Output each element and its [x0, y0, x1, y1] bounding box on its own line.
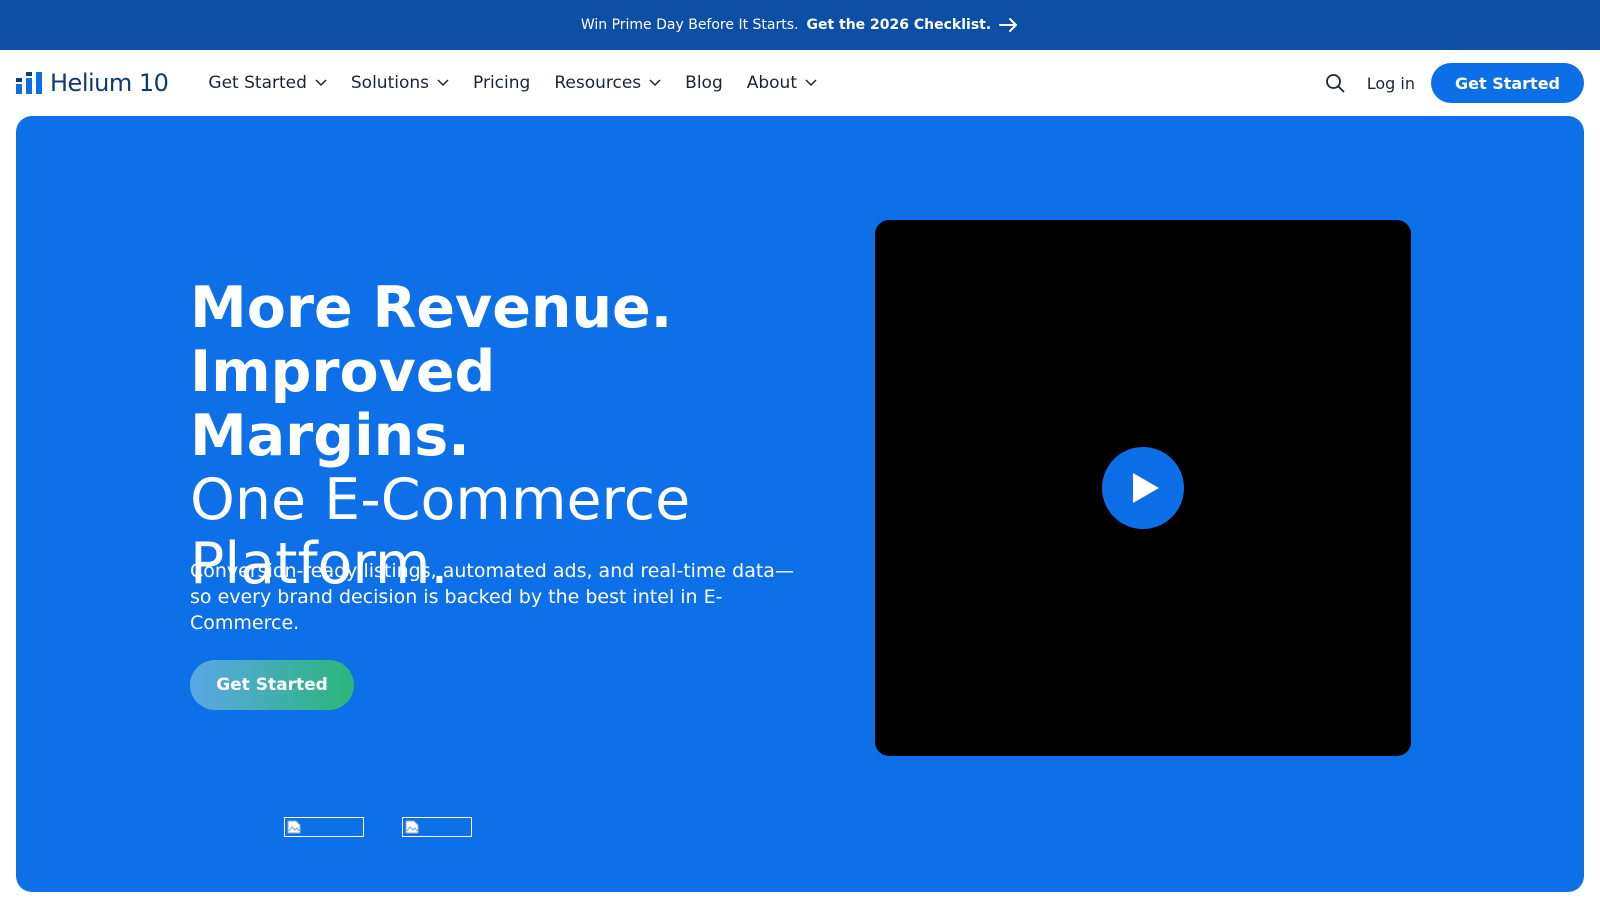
nav-item-label: Blog: [685, 73, 723, 93]
nav-item-pricing[interactable]: Pricing: [473, 73, 530, 93]
nav-item-about[interactable]: About: [747, 73, 817, 93]
login-link[interactable]: Log in: [1367, 74, 1415, 93]
play-icon: [1133, 473, 1159, 503]
nav-item-solutions[interactable]: Solutions: [351, 73, 449, 93]
main-nav: Helium 10 Get Started Solutions Pricing …: [0, 50, 1600, 116]
search-icon[interactable]: [1325, 73, 1345, 93]
nav-item-label: Pricing: [473, 73, 531, 93]
nav-item-label: Resources: [554, 73, 642, 93]
nav-item-resources[interactable]: Resources: [554, 73, 661, 93]
hero-video[interactable]: [875, 220, 1411, 756]
announcement-text: Win Prime Day Before It Starts.: [580, 17, 799, 33]
nav-actions: Log in Get Started: [1325, 63, 1584, 103]
broken-image-badge: [402, 817, 472, 837]
get-started-button[interactable]: Get Started: [1430, 63, 1584, 103]
logo-text: Helium 10: [50, 69, 169, 97]
hero-headline: More Revenue. Improved Margins. One E-Co…: [190, 276, 790, 596]
broken-image-icon: [287, 820, 301, 834]
nav-item-blog[interactable]: Blog: [685, 73, 723, 93]
announcement-link-label: Get the 2026 Checklist.: [806, 17, 992, 33]
hero-get-started-button[interactable]: Get Started: [190, 660, 354, 710]
play-button[interactable]: [1102, 447, 1184, 529]
logo-bars-icon: [16, 72, 42, 94]
hero-section: More Revenue. Improved Margins. One E-Co…: [16, 116, 1584, 892]
arrow-right-icon: [999, 18, 1018, 32]
chevron-down-icon: [649, 79, 661, 87]
broken-image-icon: [405, 820, 419, 834]
nav-item-label: Solutions: [350, 73, 430, 93]
announcement-link[interactable]: Get the 2026 Checklist.: [806, 17, 1019, 33]
broken-image-badge: [284, 817, 364, 837]
nav-menu: Get Started Solutions Pricing Resources …: [208, 73, 841, 93]
nav-item-get-started[interactable]: Get Started: [208, 73, 327, 93]
chevron-down-icon: [315, 79, 327, 87]
announcement-bar: Win Prime Day Before It Starts. Get the …: [0, 0, 1600, 50]
headline-line: One E-Commerce: [190, 467, 691, 533]
headline-line: More Revenue.: [190, 275, 673, 341]
hero-subtext: Conversion-ready listings, automated ads…: [190, 560, 794, 634]
nav-item-label: About: [746, 73, 797, 93]
headline-line: Improved Margins.: [190, 339, 496, 469]
nav-item-label: Get Started: [208, 73, 307, 93]
chevron-down-icon: [805, 79, 817, 87]
chevron-down-icon: [437, 79, 449, 87]
logo[interactable]: Helium 10: [16, 69, 169, 97]
